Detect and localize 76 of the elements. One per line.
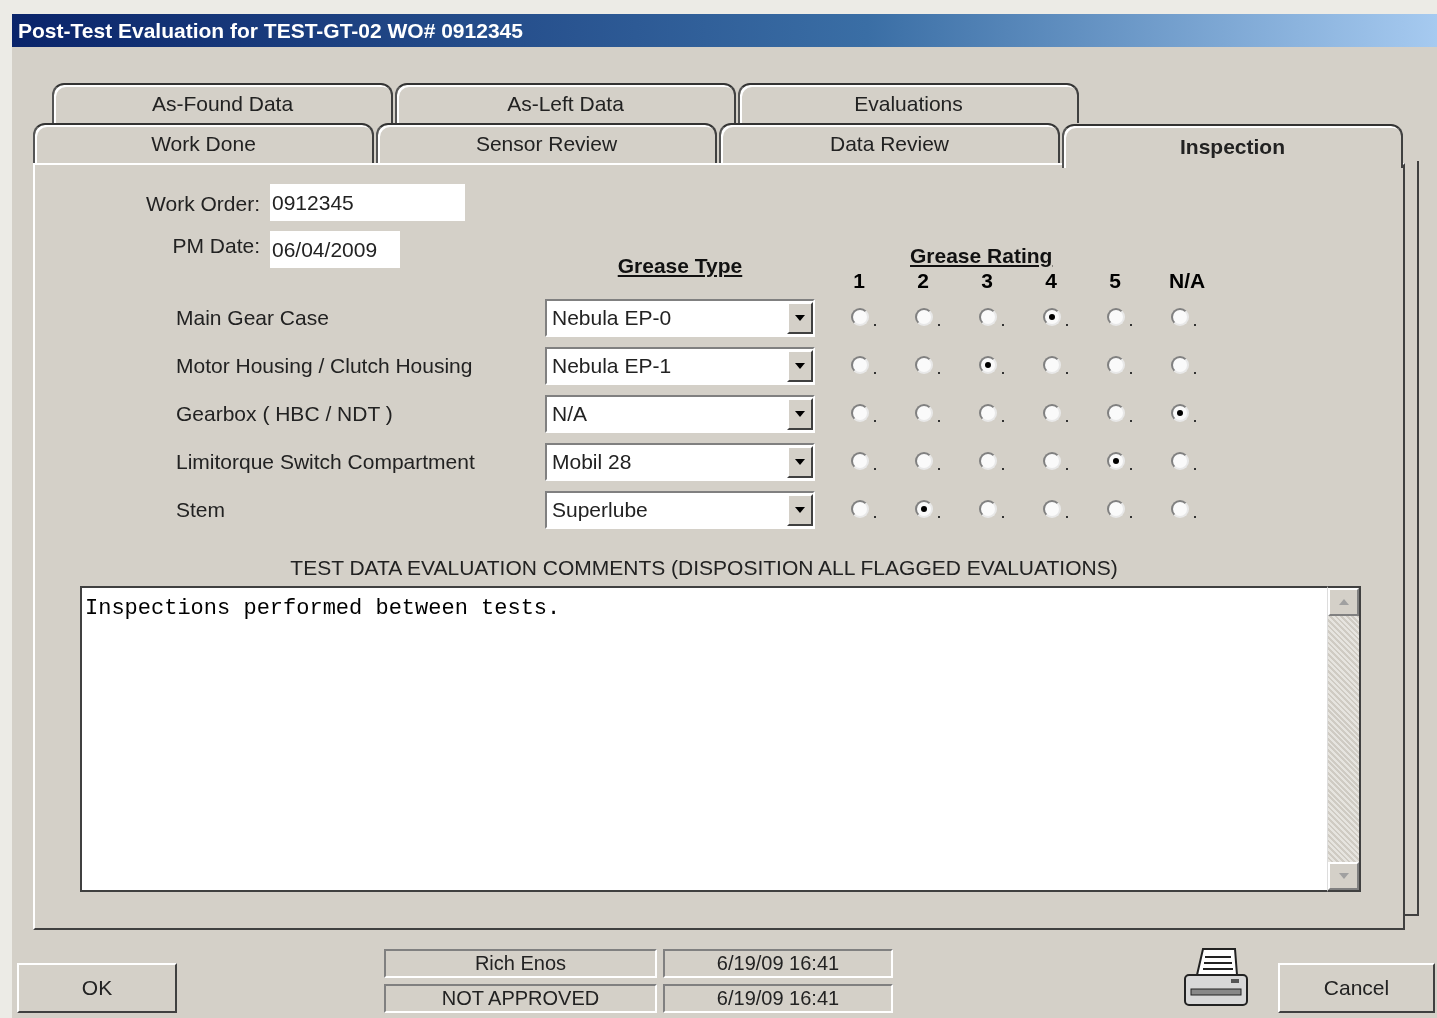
radio-button[interactable] <box>915 500 940 520</box>
window-title: Post-Test Evaluation for TEST-GT-02 WO# 0912345 <box>12 14 1437 47</box>
ok-button[interactable]: OK <box>17 963 177 1013</box>
tab[interactable]: Inspection <box>1062 124 1403 168</box>
comments-label: TEST DATA EVALUATION COMMENTS (DISPOSITION ALL FLAGGED EVALUATIONS) <box>289 556 1119 580</box>
grease-type-dropdown[interactable]: N/A <box>545 395 815 433</box>
radio-button[interactable] <box>1171 404 1196 424</box>
cancel-button[interactable]: Cancel <box>1278 963 1435 1013</box>
dropdown-arrow-icon <box>794 506 806 514</box>
radio-button[interactable] <box>1043 356 1068 376</box>
radio-button[interactable] <box>915 356 940 376</box>
status-field: 6/19/09 16:41 <box>663 984 893 1013</box>
radio-button[interactable] <box>915 452 940 472</box>
row-label: Gearbox ( HBC / NDT ) <box>175 402 394 426</box>
radio-button[interactable] <box>1171 308 1196 328</box>
row-label: Limitorque Switch Compartment <box>175 450 476 474</box>
tab[interactable]: As-Left Data <box>395 83 736 123</box>
row-label: Main Gear Case <box>175 306 330 330</box>
status-field: 6/19/09 16:41 <box>663 949 893 978</box>
radio-button[interactable] <box>851 404 876 424</box>
tab[interactable]: Data Review <box>719 123 1060 163</box>
grease-type-dropdown[interactable]: Nebula EP-0 <box>545 299 815 337</box>
scrollbar[interactable] <box>1327 586 1361 892</box>
dropdown-arrow-icon <box>794 410 806 418</box>
radio-button[interactable] <box>851 452 876 472</box>
radio-button[interactable] <box>1043 452 1068 472</box>
dropdown-arrow-icon <box>794 362 806 370</box>
radio-button[interactable] <box>1107 404 1132 424</box>
radio-button[interactable] <box>979 500 1004 520</box>
radio-button[interactable] <box>1107 308 1132 328</box>
status-field: NOT APPROVED <box>384 984 657 1013</box>
rating-column-label: 1 <box>852 269 866 293</box>
work-order-field[interactable]: 0912345 <box>270 184 465 221</box>
rating-column-label: 4 <box>1044 269 1058 293</box>
tab[interactable]: Work Done <box>33 123 374 163</box>
radio-button[interactable] <box>851 308 876 328</box>
grease-type-dropdown[interactable]: Mobil 28 <box>545 443 815 481</box>
rating-column-label: 2 <box>916 269 930 293</box>
radio-button[interactable] <box>1107 500 1132 520</box>
dropdown-arrow-icon <box>794 458 806 466</box>
radio-button[interactable] <box>1043 308 1068 328</box>
radio-button[interactable] <box>1107 452 1132 472</box>
scroll-up-icon <box>1338 599 1349 605</box>
radio-button[interactable] <box>915 308 940 328</box>
radio-button[interactable] <box>979 356 1004 376</box>
radio-button[interactable] <box>1171 452 1196 472</box>
scroll-down-icon <box>1338 873 1349 879</box>
radio-button[interactable] <box>851 500 876 520</box>
radio-button[interactable] <box>1107 356 1132 376</box>
radio-button[interactable] <box>851 356 876 376</box>
comments-field[interactable]: Inspections performed between tests. <box>80 586 1327 892</box>
grease-type-dropdown[interactable]: Superlube <box>545 491 815 529</box>
tab[interactable]: Sensor Review <box>376 123 717 163</box>
dropdown-arrow-icon <box>794 314 806 322</box>
status-field: Rich Enos <box>384 949 657 978</box>
tab[interactable]: As-Found Data <box>52 83 393 123</box>
radio-button[interactable] <box>915 404 940 424</box>
row-label: Motor Housing / Clutch Housing <box>175 354 474 378</box>
rating-column-label: N/A <box>1169 269 1206 293</box>
radio-button[interactable] <box>1043 404 1068 424</box>
pm-date-field[interactable]: 06/04/2009 <box>270 231 400 268</box>
radio-button[interactable] <box>979 452 1004 472</box>
field-label: Work Order: <box>146 192 261 216</box>
radio-button[interactable] <box>979 308 1004 328</box>
radio-button[interactable] <box>1171 500 1196 520</box>
grease-type-dropdown[interactable]: Nebula EP-1 <box>545 347 815 385</box>
rating-column-label: 3 <box>980 269 994 293</box>
column-header: Grease Rating <box>910 244 1053 268</box>
radio-button[interactable] <box>1043 500 1068 520</box>
row-label: Stem <box>175 498 226 522</box>
radio-button[interactable] <box>979 404 1004 424</box>
column-header: Grease Type <box>617 254 743 278</box>
rating-column-label: 5 <box>1108 269 1122 293</box>
tab[interactable]: Evaluations <box>738 83 1079 123</box>
radio-button[interactable] <box>1171 356 1196 376</box>
field-label: PM Date: <box>172 234 261 258</box>
